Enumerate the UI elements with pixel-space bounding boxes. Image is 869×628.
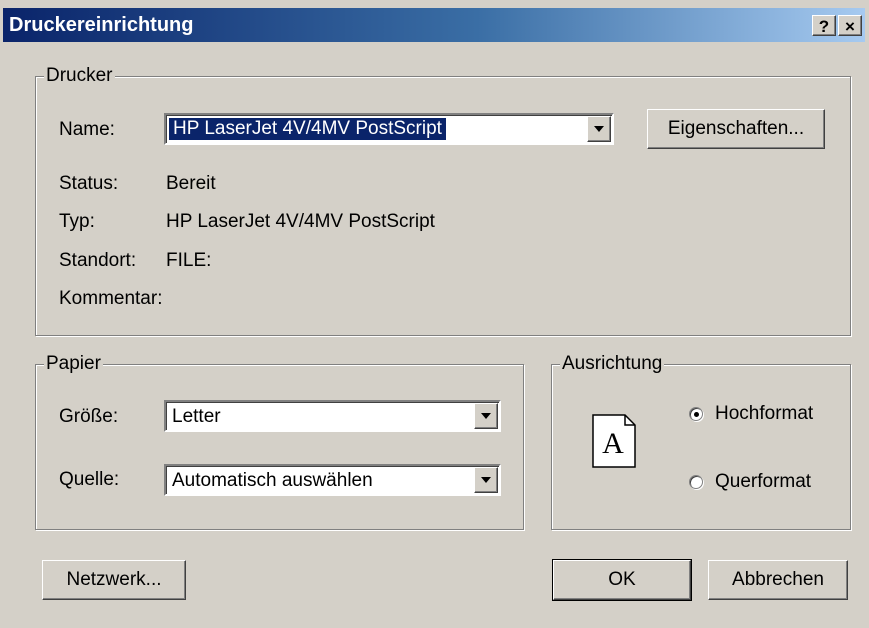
cancel-button[interactable]: Abbrechen <box>708 560 848 600</box>
window-title: Druckereinrichtung <box>9 14 194 36</box>
printer-setup-dialog: Druckereinrichtung ? × Drucker Name: HP … <box>0 0 869 628</box>
orientation-group-title: Ausrichtung <box>560 353 665 375</box>
paper-source-select[interactable]: Automatisch auswählen <box>164 464 501 496</box>
paper-size-label: Größe: <box>59 406 119 427</box>
page-letter: A <box>602 427 624 460</box>
status-label: Status: <box>59 173 119 194</box>
dropdown-arrow-icon[interactable] <box>474 467 498 493</box>
close-icon[interactable]: × <box>838 15 862 36</box>
printer-name-select[interactable]: HP LaserJet 4V/4MV PostScript <box>164 113 614 145</box>
paper-size-value: Letter <box>172 406 221 427</box>
paper-group-title: Papier <box>44 353 103 375</box>
location-label: Standort: <box>59 250 137 271</box>
ok-button[interactable]: OK <box>552 559 692 601</box>
comment-label: Kommentar: <box>59 288 163 309</box>
properties-button[interactable]: Eigenschaften... <box>647 109 825 149</box>
title-bar[interactable]: Druckereinrichtung ? × <box>3 8 865 42</box>
portrait-label: Hochformat <box>715 403 814 424</box>
radio-button-icon[interactable] <box>689 475 703 489</box>
portrait-page-icon: A <box>592 414 636 468</box>
type-value: HP LaserJet 4V/4MV PostScript <box>166 211 435 232</box>
paper-size-select[interactable]: Letter <box>164 400 501 432</box>
dropdown-arrow-icon[interactable] <box>587 116 611 142</box>
paper-group: Papier <box>35 353 524 530</box>
network-button[interactable]: Netzwerk... <box>42 560 186 600</box>
printer-name-label: Name: <box>59 119 115 140</box>
radio-button-icon[interactable] <box>689 407 703 421</box>
radio-selected-dot <box>694 412 699 417</box>
landscape-label: Querformat <box>715 471 812 492</box>
printer-group-title: Drucker <box>44 65 115 87</box>
location-value: FILE: <box>166 250 212 271</box>
paper-source-value: Automatisch auswählen <box>172 470 373 491</box>
status-value: Bereit <box>166 173 216 194</box>
paper-source-label: Quelle: <box>59 469 120 490</box>
printer-name-value: HP LaserJet 4V/4MV PostScript <box>169 118 446 140</box>
help-icon[interactable]: ? <box>812 15 836 36</box>
dropdown-arrow-icon[interactable] <box>474 403 498 429</box>
type-label: Typ: <box>59 211 95 232</box>
